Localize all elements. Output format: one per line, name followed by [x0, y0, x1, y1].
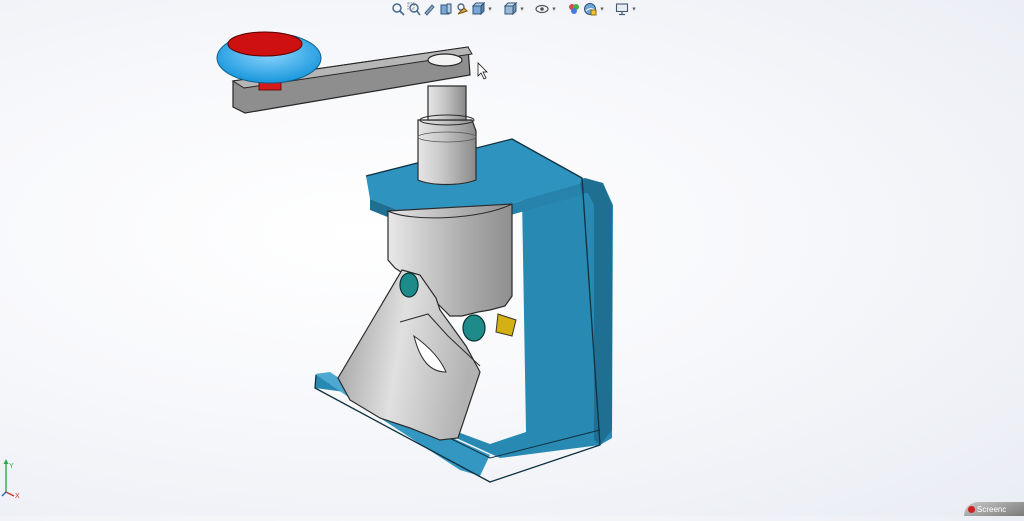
- view-settings-icon[interactable]: [614, 1, 629, 17]
- view-orientation-dropdown-icon[interactable]: ▾: [486, 5, 494, 13]
- display-style-dropdown-icon[interactable]: ▾: [518, 5, 526, 13]
- y-axis-label: Y: [9, 463, 14, 470]
- graphics-area[interactable]: ▾ ▾ ▾ ▾ ▾ Y X Screenc: [0, 0, 1024, 516]
- hide-show-dropdown-icon[interactable]: ▾: [550, 5, 558, 13]
- record-icon: [968, 505, 975, 513]
- section-view-icon[interactable]: [438, 1, 453, 17]
- handle-knob[interactable]: [216, 31, 322, 84]
- pin-right[interactable]: [462, 314, 486, 342]
- apply-scene-dropdown-icon[interactable]: ▾: [598, 5, 606, 13]
- view-orientation-icon[interactable]: [470, 1, 485, 17]
- dynamic-annotation-icon[interactable]: [454, 1, 469, 17]
- edit-appearance-icon[interactable]: [566, 1, 581, 17]
- pin-left[interactable]: [399, 272, 419, 298]
- zoom-to-fit-icon[interactable]: [390, 1, 405, 17]
- hide-show-items-icon[interactable]: [534, 1, 549, 17]
- x-axis-label: X: [15, 493, 20, 500]
- reference-triad: Y X: [0, 456, 28, 502]
- previous-view-icon[interactable]: [422, 1, 437, 17]
- arm-bore: [427, 53, 463, 67]
- z-axis-icon: [1, 491, 7, 497]
- model-canvas[interactable]: [0, 0, 1024, 516]
- recorder-watermark: Screenc: [964, 502, 1024, 516]
- watermark-text: Screenc: [977, 504, 1007, 514]
- apply-scene-icon[interactable]: [582, 1, 597, 17]
- display-style-icon[interactable]: [502, 1, 517, 17]
- input-shaft[interactable]: [417, 85, 477, 186]
- heads-up-view-toolbar: ▾ ▾ ▾ ▾ ▾: [390, 0, 638, 18]
- mouse-cursor: [477, 62, 488, 80]
- zoom-to-area-icon[interactable]: [406, 1, 421, 17]
- view-settings-dropdown-icon[interactable]: ▾: [630, 5, 638, 13]
- x-axis-icon: [5, 491, 15, 497]
